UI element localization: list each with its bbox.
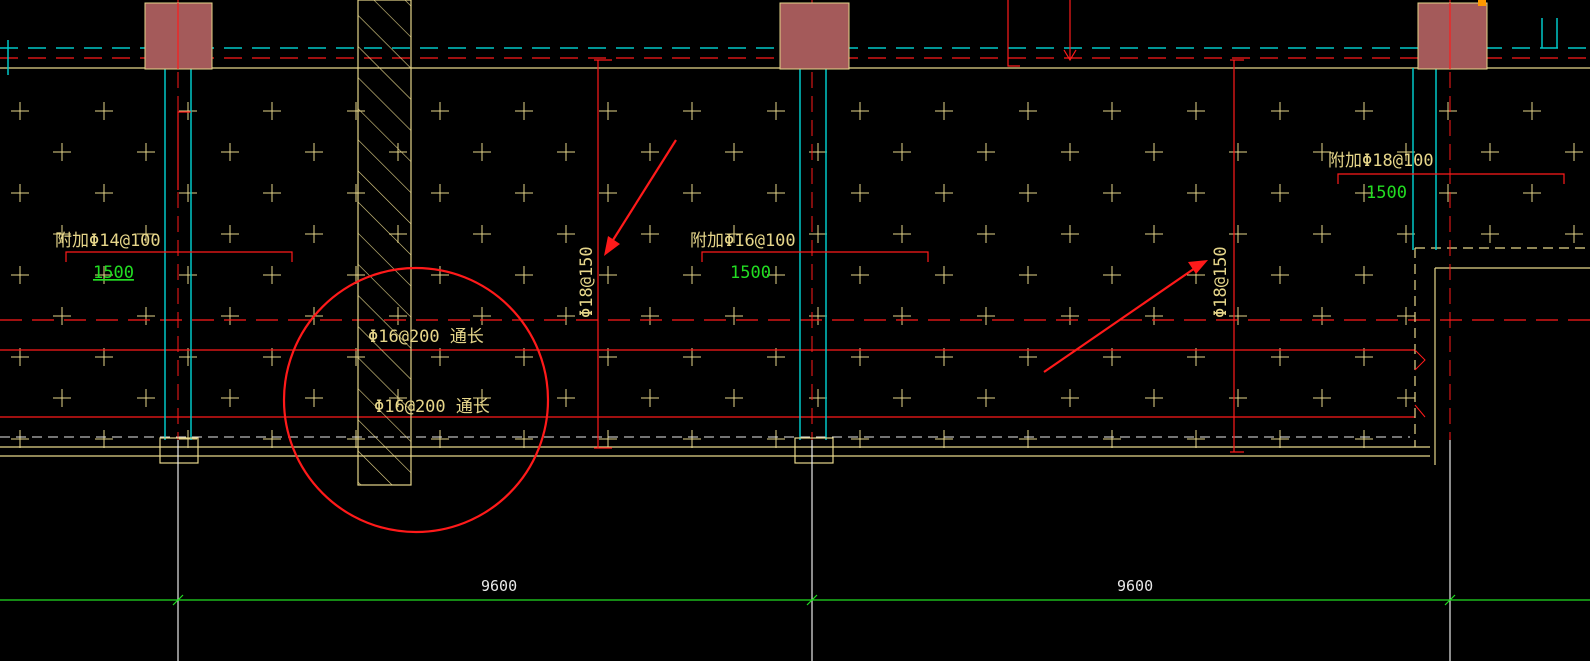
annotation-arrowhead-left bbox=[604, 236, 620, 256]
rebar-left-marker bbox=[65, 251, 293, 262]
dimension-right-label: 9600 bbox=[1117, 577, 1153, 595]
annotation-arrow-left bbox=[607, 139, 677, 249]
rebar-mid-length: 1500 bbox=[730, 263, 771, 283]
annotation-arrow-right bbox=[1043, 265, 1199, 373]
column-2 bbox=[779, 2, 850, 70]
vertical-rebar-left-label: Φ18@150 bbox=[577, 246, 597, 318]
column-2-base bbox=[794, 437, 834, 464]
top-red-bracket bbox=[1007, 0, 1020, 67]
rebar-mid-label: 附加Φ16@100 bbox=[690, 231, 796, 251]
column-3-marker bbox=[1478, 0, 1486, 6]
column-3 bbox=[1417, 2, 1488, 70]
cad-drawing-canvas: 附加Φ14@100 1500 附加Φ16@100 1500 附加Φ18@100 … bbox=[0, 0, 1590, 661]
right-red-end-hook-2 bbox=[1414, 404, 1426, 418]
column-1-base bbox=[159, 437, 199, 464]
right-red-end-hook bbox=[1414, 349, 1426, 371]
through-rebar-lower-label: Φ16@200 通长 bbox=[374, 397, 490, 417]
rebar-left-label: 附加Φ14@100 bbox=[55, 231, 161, 251]
rebar-mid-marker bbox=[701, 251, 929, 262]
rebar-right-label: 附加Φ18@100 bbox=[1328, 151, 1434, 171]
rebar-right-length: 1500 bbox=[1366, 183, 1407, 203]
dimension-left-label: 9600 bbox=[481, 577, 517, 595]
through-rebar-upper-label: Φ16@200 通长 bbox=[368, 327, 484, 347]
vertical-rebar-right-label: Φ18@150 bbox=[1211, 246, 1231, 318]
rebar-left-length: 1500 bbox=[93, 263, 134, 283]
col1-red-bracket bbox=[177, 111, 191, 190]
